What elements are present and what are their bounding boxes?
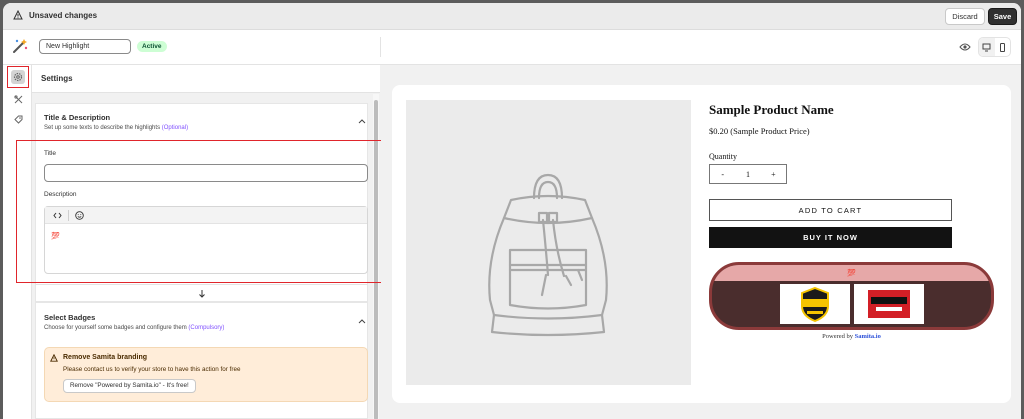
product-preview-card: Sample Product Name $0.20 (Sample Produc…	[392, 85, 1011, 403]
black-friday-badge-1	[780, 284, 850, 324]
mobile-icon	[999, 42, 1005, 52]
compulsory-tag: (Compulsory)	[188, 325, 225, 331]
callout-title: Remove Samita branding	[63, 354, 148, 361]
chevron-up-icon[interactable]	[358, 318, 366, 324]
top-bar: Unsaved changes Discard Save	[3, 3, 1021, 30]
highlight-name-input[interactable]: New Highlight	[39, 39, 131, 54]
settings-title: Settings	[41, 74, 73, 83]
powered-prefix: Powered by	[822, 333, 854, 340]
select-badges-heading: Select Badges	[44, 313, 96, 322]
remove-branding-button[interactable]: Remove "Powered by Samita.io" - It's fre…	[63, 379, 196, 393]
toolbar-divider	[380, 37, 381, 57]
qty-value[interactable]: 1	[735, 170, 760, 179]
subtitle-text: Set up some texts to describe the highli…	[44, 125, 161, 131]
desktop-icon	[982, 43, 991, 51]
reorder-row	[35, 284, 368, 302]
badges-subtitle-text: Choose for yourself some badges and conf…	[44, 325, 187, 331]
unsaved-label: Unsaved changes	[29, 10, 98, 20]
product-image	[406, 100, 691, 385]
arrow-down-icon[interactable]	[198, 289, 206, 298]
warning-icon	[13, 10, 23, 20]
select-badges-card: Select Badges Choose for yourself some b…	[35, 302, 368, 419]
tools-icon	[13, 94, 22, 103]
black-friday-shield-icon	[801, 286, 829, 323]
eye-icon[interactable]	[959, 42, 971, 52]
unsaved-indicator: Unsaved changes	[13, 10, 97, 20]
select-badges-subtitle: Choose for yourself some badges and conf…	[44, 325, 224, 331]
branding-callout: Remove Samita branding Please contact us…	[44, 347, 368, 402]
qty-plus-button[interactable]: +	[761, 170, 786, 179]
mobile-view-button[interactable]	[995, 38, 1011, 56]
black-friday-tag-icon	[868, 290, 910, 318]
backpack-icon	[488, 173, 608, 337]
preview-area: Sample Product Name $0.20 (Sample Produc…	[381, 65, 1021, 419]
device-toggle	[978, 37, 1011, 57]
powered-brand-link[interactable]: Samita.io	[855, 333, 881, 340]
status-badge: Active	[137, 41, 167, 52]
quantity-stepper: - 1 +	[709, 164, 787, 184]
title-description-highlight-box	[16, 140, 382, 283]
optional-tag: (Optional)	[161, 125, 189, 131]
quantity-label: Quantity	[709, 152, 737, 161]
product-price: $0.20 (Sample Product Price)	[709, 126, 810, 136]
app-frame: Unsaved changes Discard Save New Highlig…	[3, 3, 1021, 419]
settings-header: Settings	[32, 65, 380, 93]
powered-by: Powered by Samita.io	[709, 333, 994, 340]
rail-highlight-box	[7, 66, 29, 88]
black-friday-badge-2	[854, 284, 924, 324]
callout-text: Please contact us to verify your store t…	[63, 366, 241, 373]
add-to-cart-button[interactable]: ADD TO CART	[709, 199, 952, 221]
trust-badge-widget: 💯	[709, 262, 994, 330]
rail-item-tools[interactable]	[11, 92, 25, 106]
widget-header: 💯	[712, 265, 991, 281]
qty-minus-button[interactable]: -	[710, 170, 735, 179]
save-button[interactable]: Save	[988, 8, 1017, 25]
widget-emoji: 💯	[847, 270, 856, 277]
title-description-subtitle: Set up some texts to describe the highli…	[44, 125, 188, 131]
desktop-view-button[interactable]	[979, 38, 995, 56]
buy-now-button[interactable]: BUY IT NOW	[709, 227, 952, 248]
magic-wand-icon	[13, 39, 28, 53]
title-description-heading: Title & Description	[44, 113, 111, 122]
discard-button[interactable]: Discard	[945, 8, 985, 25]
chevron-up-icon[interactable]	[358, 118, 366, 124]
rail-item-tags[interactable]	[11, 112, 25, 126]
product-name: Sample Product Name	[709, 102, 834, 117]
editor-toolbar: New Highlight Active	[3, 30, 1021, 65]
tag-icon	[13, 115, 22, 124]
warning-icon	[50, 354, 58, 362]
